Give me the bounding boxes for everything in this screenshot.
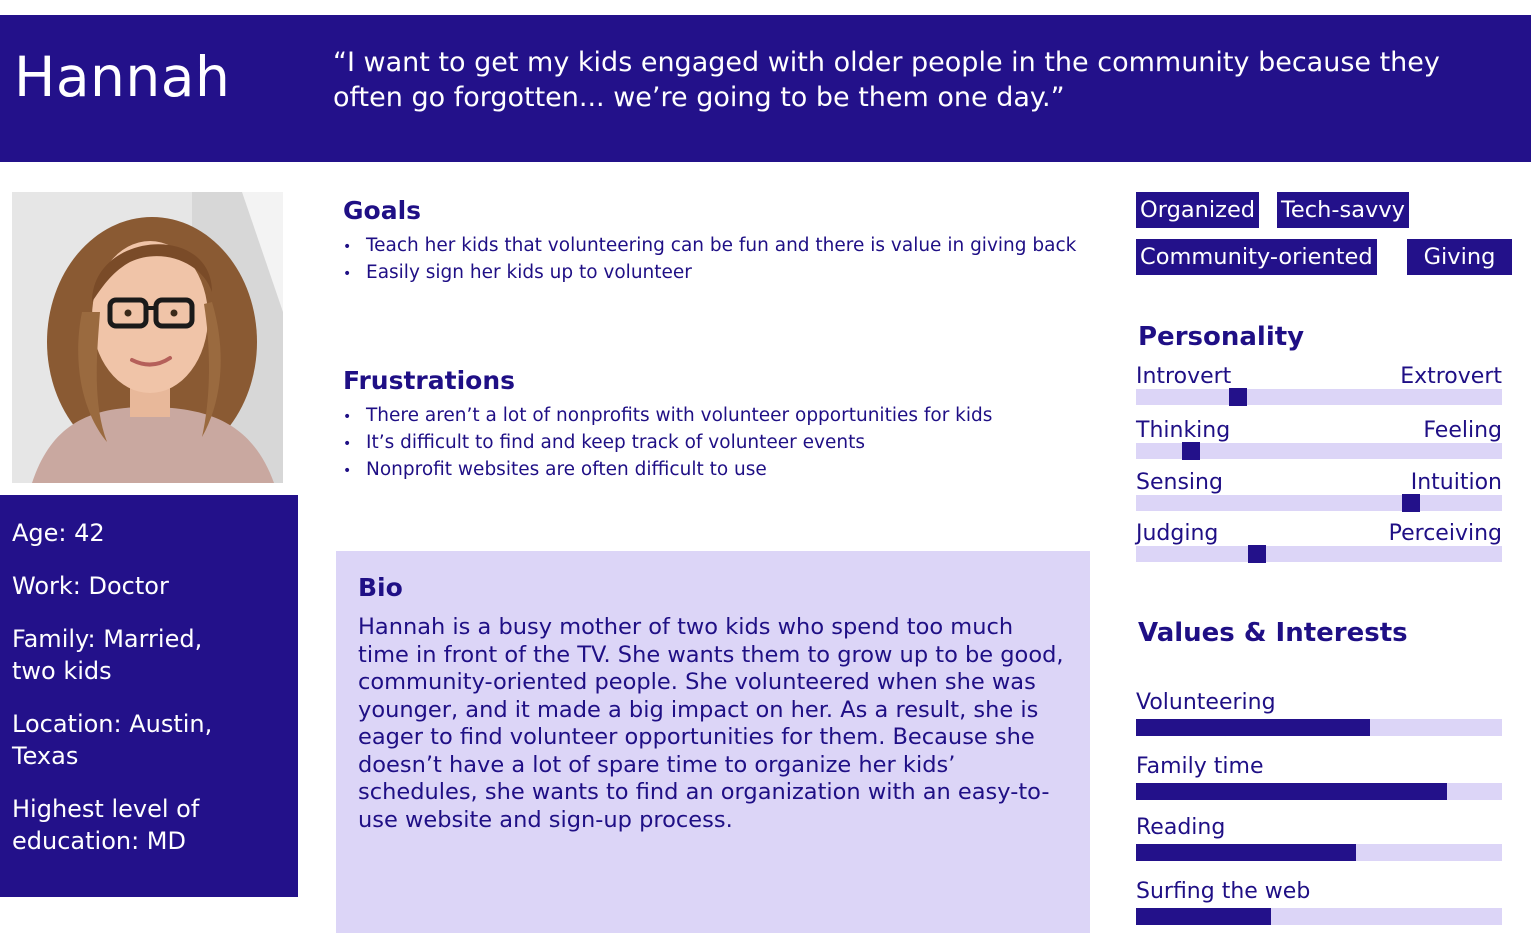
demographic-line: two kids [12,657,112,685]
interest-bar: Surfing the web [1136,879,1502,929]
goals-item: • Easily sign her kids up to volunteer [343,260,1083,287]
goals-title: Goals [343,196,422,225]
tag-giving: Giving [1407,239,1512,275]
values-title: Values & Interests [1138,618,1408,648]
interest-fill [1136,844,1356,861]
bullet-dot: • [343,239,352,255]
interest-label: Family time [1136,754,1264,779]
frustrations-item-text: Nonprofit websites are often difficult t… [366,459,767,480]
bullet-dot: • [343,409,352,425]
persona-photo [12,192,283,483]
demographic-item: Family: Married, two kids [12,623,286,687]
trait-right-label: Extrovert [1400,364,1502,389]
bio-panel: Bio Hannah is a busy mother of two kids … [336,551,1090,933]
trait-track [1136,494,1502,512]
frustrations-item: • It’s difficult to find and keep track o… [343,430,1083,457]
personality-scale: Sensing Intuition [1136,470,1502,520]
trait-track [1136,545,1502,563]
demographics-panel: Age: 42 Work: Doctor Family: Married, two k… [0,495,298,897]
interest-label: Volunteering [1136,690,1276,715]
frustrations-item: • There aren’t a lot of nonprofits with v… [343,403,1083,430]
trait-left-label: Sensing [1136,470,1223,495]
demographic-line: Highest level of [12,795,200,823]
demographic-line: Family: Married, [12,625,203,653]
goals-item: • Teach her kids that volunteering can be… [343,233,1083,260]
interest-fill [1136,719,1371,736]
trait-right-label: Perceiving [1388,521,1502,546]
trait-left-label: Introvert [1136,364,1232,389]
bullet-dot: • [343,436,352,452]
trait-track [1136,388,1502,406]
demographic-item: Work: Doctor [12,570,286,602]
demographic-line: Age: 42 [12,519,105,547]
interest-fill [1136,783,1448,800]
demographic-line: Work: Doctor [12,572,169,600]
frustrations-item-text: It’s difficult to find and keep track of… [366,432,865,453]
interest-track [1136,844,1502,861]
interest-bar: Volunteering [1136,690,1502,740]
persona-header: Hannah “I want to get my kids engaged wi… [0,15,1531,162]
frustrations-item: • Nonprofit websites are often difficult … [343,457,1083,484]
trait-track [1136,442,1502,460]
trait-left-label: Judging [1136,521,1219,546]
tag-organized: Organized [1136,192,1260,228]
interest-label: Surfing the web [1136,879,1311,904]
persona-quote: “I want to get my kids engaged with olde… [333,47,1440,113]
trait-marker [1229,388,1248,406]
bullet-dot: • [343,266,352,282]
goals-item-text: Teach her kids that volunteering can be … [366,235,1077,256]
tag-community-oriented: Community-oriented [1136,239,1377,275]
demographic-line: Location: Austin, [12,710,213,738]
trait-marker [1181,442,1200,460]
goals-section: Goals • Teach her kids that volunteering … [343,196,1083,287]
interest-fill [1136,908,1272,925]
frustrations-list: • There aren’t a lot of nonprofits with v… [343,403,1083,484]
portrait-image [12,192,283,483]
trait-right-label: Feeling [1423,418,1502,443]
bullet-dot: • [343,463,352,479]
personality-title: Personality [1138,322,1305,352]
trait-marker [1247,545,1266,563]
personality-scale: Judging Perceiving [1136,521,1502,571]
frustrations-item-text: There aren’t a lot of nonprofits with vo… [366,405,993,426]
personality-scale: Thinking Feeling [1136,418,1502,468]
interest-bar: Family time [1136,754,1502,804]
interest-track [1136,719,1502,736]
personality-scale: Introvert Extrovert [1136,364,1502,414]
frustrations-title: Frustrations [343,366,516,395]
trait-left-label: Thinking [1136,418,1231,443]
goals-item-text: Easily sign her kids up to volunteer [366,262,692,283]
frustrations-section: Frustrations • There aren’t a lot of nonp… [343,366,1083,484]
interest-label: Reading [1136,815,1226,840]
bio-title: Bio [358,573,403,602]
trait-marker [1401,494,1420,512]
interest-track [1136,783,1502,800]
demographic-item: Location: Austin, Texas [12,708,286,772]
bio-text: Hannah is a busy mother of two kids who … [358,614,1064,833]
trait-right-label: Intuition [1410,470,1502,495]
interest-bar: Reading [1136,815,1502,865]
interest-track [1136,908,1502,925]
demographic-item: Highest level of education: MD [12,793,286,857]
persona-name: Hannah [14,45,231,109]
demographic-line: education: MD [12,827,186,855]
goals-list: • Teach her kids that volunteering can be… [343,233,1083,287]
demographic-item: Age: 42 [12,517,286,549]
demographic-line: Texas [12,742,79,770]
tag-tech-savvy: Tech-savvy [1277,192,1409,228]
